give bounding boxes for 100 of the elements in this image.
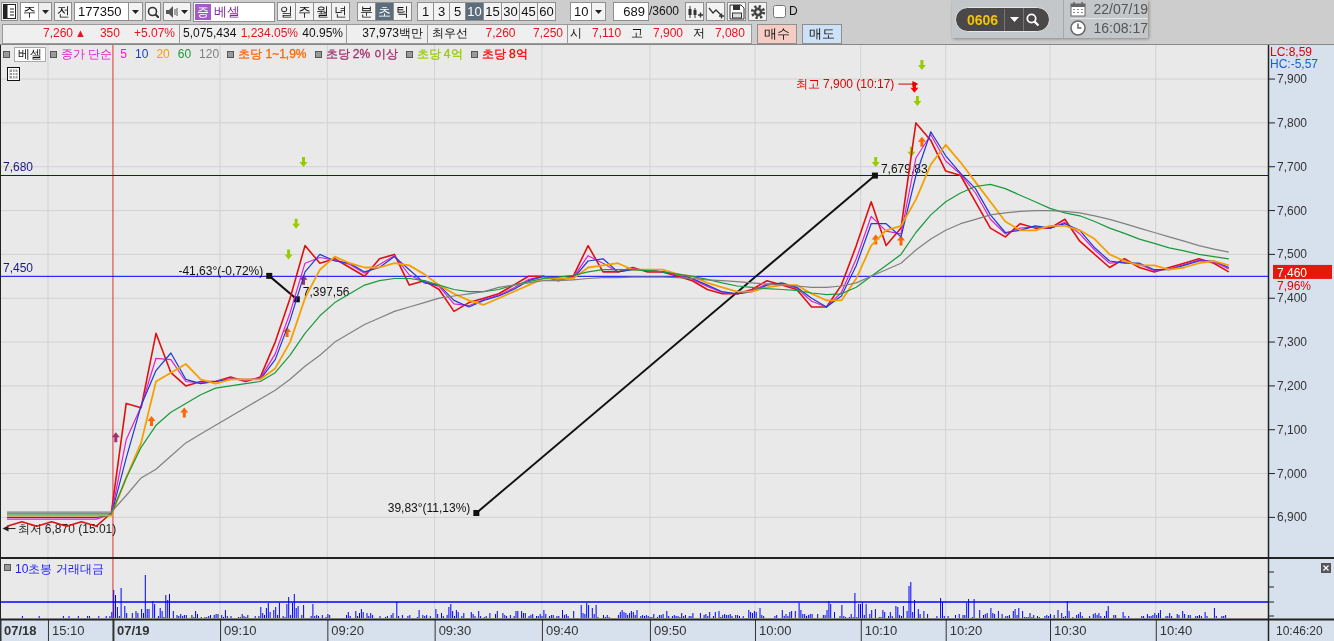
reference-line-label: 7,450 <box>3 261 34 276</box>
quote-value: 350 <box>99 26 120 41</box>
date-text: 22/07/19 <box>1093 0 1148 18</box>
last-change-label: 7,96% <box>1277 278 1312 293</box>
settings-icon <box>749 3 766 20</box>
price-axis-label: 7,500 <box>1277 247 1308 262</box>
quote-value: 7,080 <box>714 26 745 41</box>
sell-button[interactable]: 매도 <box>802 23 842 44</box>
price-axis-label: 7,600 <box>1277 203 1308 218</box>
time-axis-label: 10:10 <box>864 623 898 638</box>
caret-icon <box>1009 17 1019 22</box>
cursor-time-label: 10:46:20 <box>1276 624 1323 638</box>
quote-value: 37,973백만 <box>362 26 423 41</box>
save-button[interactable] <box>727 2 747 21</box>
stock-code-field[interactable]: 177350 <box>74 2 129 21</box>
count-total: /3600 <box>649 4 680 19</box>
legend-label: 초당 2% 이상 <box>325 46 398 62</box>
time-axis-label: 10:00 <box>759 623 792 638</box>
high-ratio-label: HC:-5,57 <box>1270 57 1319 71</box>
search-button[interactable] <box>145 2 161 21</box>
quote-value: 7,250 <box>532 26 563 41</box>
time-axis-label: 07/18 <box>4 623 37 638</box>
quote-value: 7,900 <box>653 26 684 41</box>
sound-button[interactable] <box>163 2 191 21</box>
close-icon[interactable] <box>1321 563 1331 573</box>
caret-icon <box>41 9 49 14</box>
calendar-icon <box>1070 1 1087 17</box>
stock-name-field[interactable]: 증 베셀 <box>193 1 275 22</box>
clock-icon <box>1070 20 1087 36</box>
price-axis-label: 7,000 <box>1277 466 1308 481</box>
period-tab[interactable]: 년 <box>331 2 350 21</box>
legend-label: 60 <box>177 46 192 62</box>
quote-value: 1,234.05% <box>240 26 299 41</box>
speaker-icon <box>166 5 178 18</box>
quote-value: 7,260 <box>485 26 516 41</box>
buy-button[interactable]: 매수 <box>757 23 797 44</box>
settings-button[interactable] <box>748 2 768 21</box>
caret-icon <box>132 9 139 14</box>
previous-button[interactable]: 전 <box>54 2 72 21</box>
change-sign: ▲ <box>75 26 86 41</box>
down-arrow-icon <box>913 96 922 106</box>
d-checkbox[interactable] <box>773 5 787 18</box>
time-axis-label: 10:20 <box>949 623 983 638</box>
price-axis-label: 7,800 <box>1277 115 1308 130</box>
down-arrow-icon <box>917 60 926 70</box>
interval-tab[interactable]: 60 <box>537 2 556 21</box>
up-arrow-icon <box>917 136 926 147</box>
market-dropdown[interactable]: 주 <box>20 2 52 21</box>
price-axis-label: 7,300 <box>1277 335 1308 350</box>
caret-icon <box>181 9 188 14</box>
down-arrow-icon <box>292 218 301 229</box>
time-axis-label: 09:10 <box>224 623 257 638</box>
count-field[interactable]: 689 <box>613 2 649 21</box>
down-arrow-icon <box>284 249 293 260</box>
quote-label: 최우선 <box>432 26 468 41</box>
market-badge: 증 <box>195 3 211 20</box>
time-axis-label: 10:40 <box>1159 623 1193 638</box>
up-arrow-icon <box>283 327 292 337</box>
legend-square-icon <box>405 50 413 58</box>
legend-label: 종가 단순 <box>61 46 113 62</box>
time-axis-label: 09:50 <box>653 623 687 638</box>
time-axis-label: 09:20 <box>331 623 364 638</box>
time-axis-label: 09:40 <box>545 623 579 638</box>
add-line-button[interactable] <box>706 2 726 21</box>
legend-square-icon <box>227 50 235 58</box>
d-checkbox-label: D <box>789 4 798 19</box>
panel-icon <box>3 4 16 19</box>
reference-line-label: 7,680 <box>3 160 34 175</box>
unit-tab[interactable]: 틱 <box>393 2 412 21</box>
up-arrow-icon <box>897 235 905 246</box>
time-axis-label: 15:10 <box>51 623 85 638</box>
interval-field[interactable]: 10 <box>570 2 592 21</box>
quote-value: +5.07% <box>133 26 175 41</box>
candlestick-icon <box>686 3 703 20</box>
caret-icon <box>595 9 602 14</box>
up-arrow-icon <box>180 407 189 418</box>
screen-number-field[interactable]: 0606 <box>956 8 1005 31</box>
table-icon[interactable] <box>7 67 20 81</box>
time-axis-label: 10:30 <box>1054 623 1087 638</box>
quote-label: 저 <box>693 26 705 41</box>
up-arrow-icon <box>871 234 880 245</box>
up-arrow-icon <box>111 432 120 443</box>
save-icon <box>728 3 745 20</box>
legend-label: 120 <box>199 46 220 62</box>
time-axis-label: 07/19 <box>116 623 150 638</box>
right-arrow-icon <box>897 81 919 88</box>
legend-label: 20 <box>156 46 170 62</box>
price-axis-label: 7,200 <box>1277 378 1308 393</box>
time-axis-label: 09:30 <box>438 623 472 638</box>
price-axis-label: 7,900 <box>1277 72 1308 87</box>
search-icon <box>1026 13 1039 26</box>
screen-search-button[interactable] <box>1023 8 1041 31</box>
legend-square-icon <box>470 50 478 58</box>
low-ratio-label: LC:8,59 <box>1270 45 1313 59</box>
quote-label: 고 <box>631 26 644 41</box>
add-indicator-button[interactable] <box>685 2 705 21</box>
legend-label: 초당 1~1,9% <box>238 46 307 62</box>
quote-value: 7,260 <box>43 26 74 41</box>
price-axis-label: 7,100 <box>1277 422 1308 437</box>
panel-toggle-button[interactable] <box>1 2 18 21</box>
